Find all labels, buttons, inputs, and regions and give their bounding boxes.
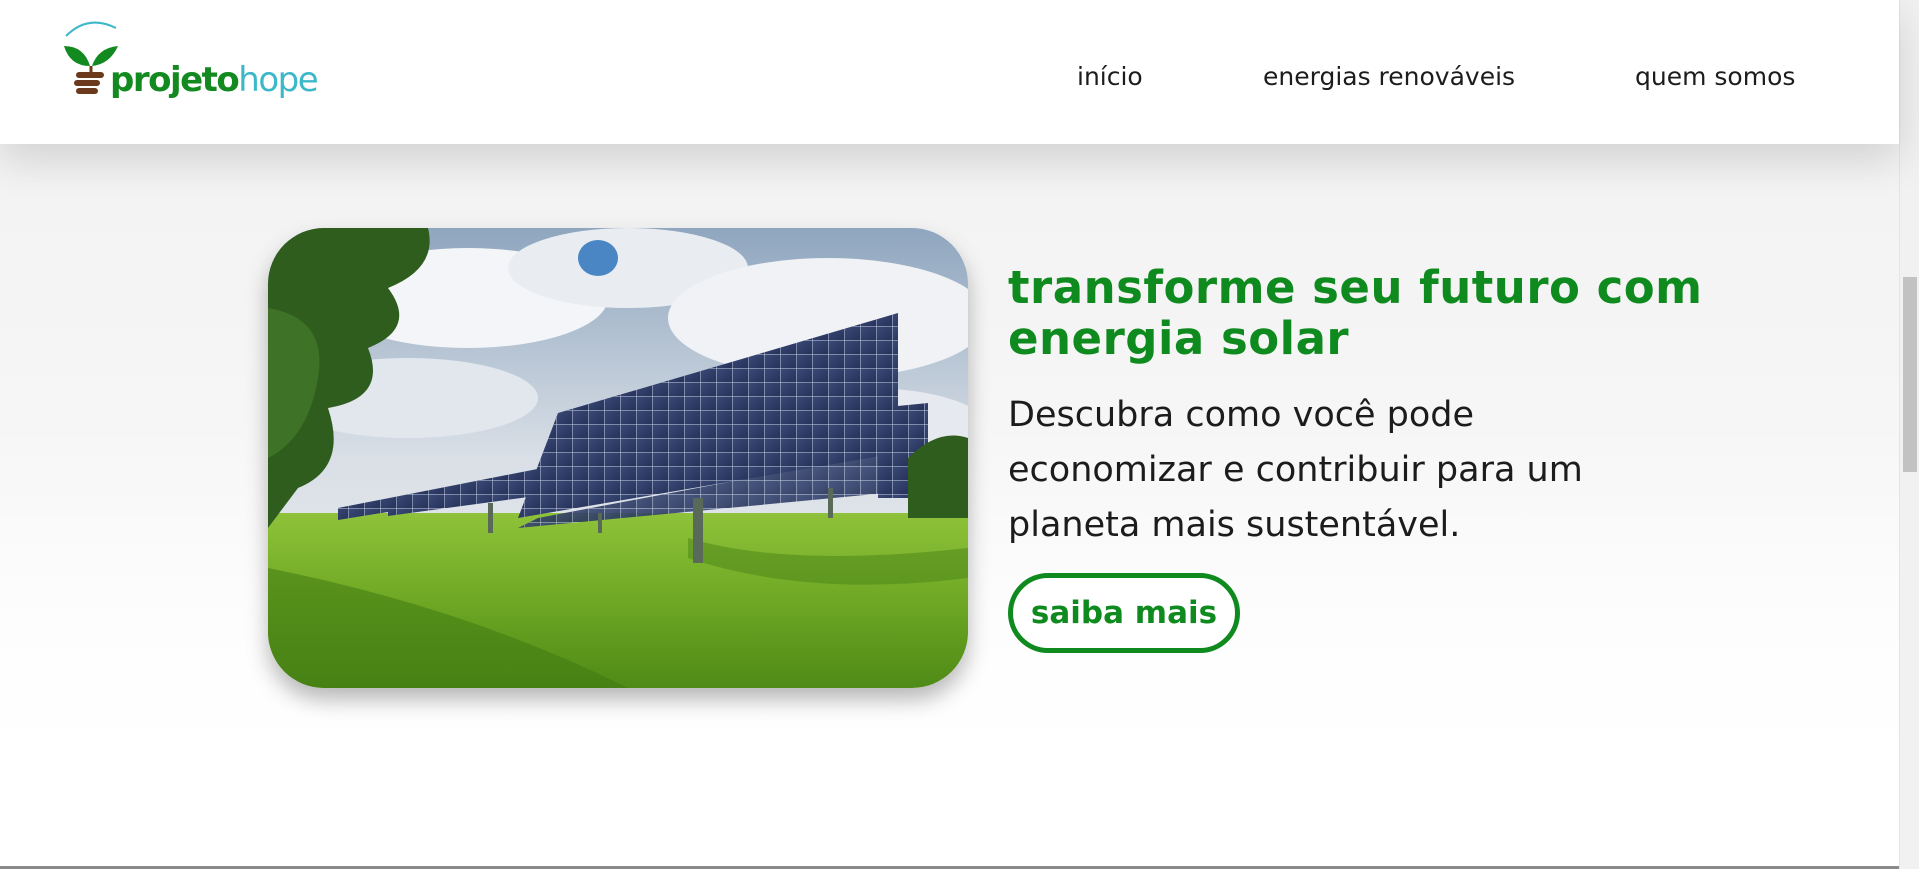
scrollbar-thumb[interactable] bbox=[1903, 277, 1917, 472]
solar-panels-photo bbox=[268, 228, 968, 688]
hero-headline: transforme seu futuro com energia solar bbox=[1008, 261, 1703, 365]
logo-wordmark: projetohope bbox=[110, 60, 319, 100]
nav-link-inicio[interactable]: início bbox=[1077, 62, 1143, 91]
nav-link-quem-somos[interactable]: quem somos bbox=[1635, 62, 1795, 91]
solar-panels-illustration bbox=[268, 228, 968, 688]
logo[interactable]: projetohope bbox=[62, 16, 319, 106]
nav-link-energias-renovaveis[interactable]: energias renováveis bbox=[1263, 62, 1515, 91]
hero-description: Descubra como você pode economizar e con… bbox=[1008, 395, 1583, 545]
logo-text-bold: projeto bbox=[110, 60, 240, 100]
saiba-mais-button[interactable]: saiba mais bbox=[1008, 573, 1240, 653]
vertical-scrollbar[interactable] bbox=[1899, 0, 1919, 869]
logo-text-light: hope bbox=[238, 60, 318, 100]
page: projetohope início energias renováveis q… bbox=[0, 0, 1919, 869]
site-header: projetohope início energias renováveis q… bbox=[0, 0, 1899, 144]
